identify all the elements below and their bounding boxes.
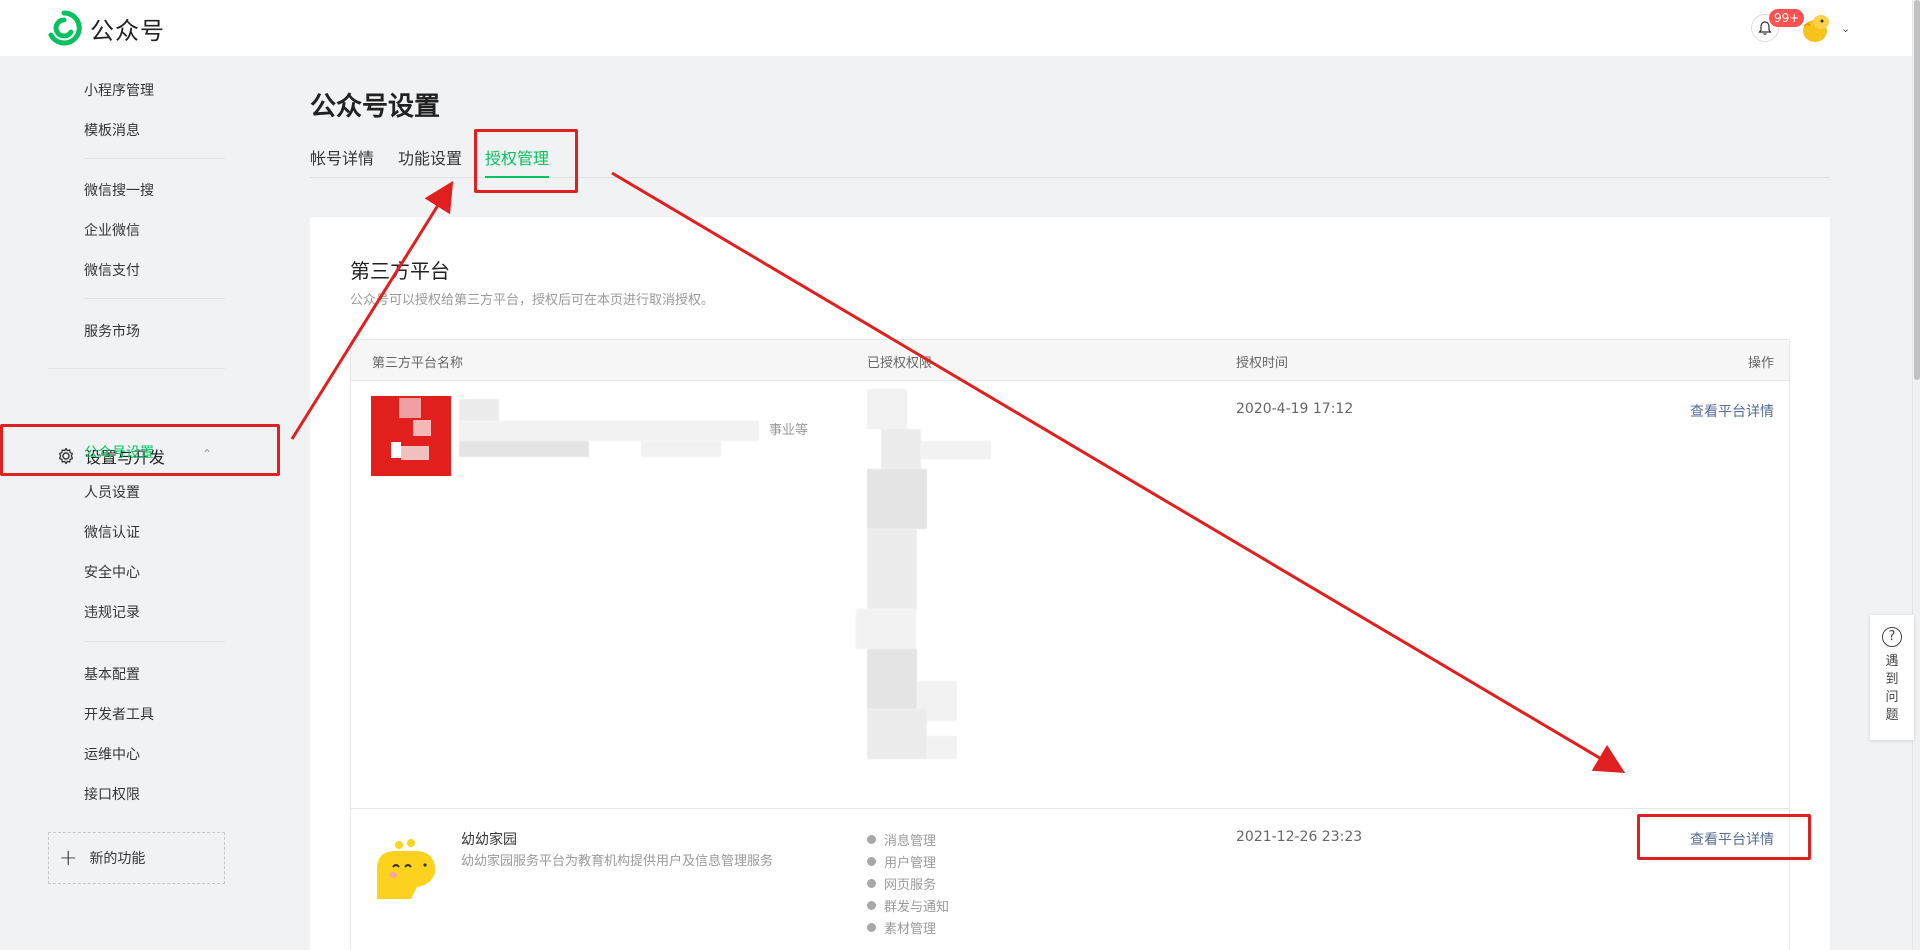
platform-name: 幼幼家园 xyxy=(461,832,517,848)
wechat-mp-logo-icon xyxy=(48,10,82,46)
platform-desc-fragment: 事业等 xyxy=(769,423,809,438)
table-header: 第三方平台名称 已授权权限 授权时间 操作 xyxy=(351,340,1789,381)
youyou-jiayuan-logo xyxy=(371,829,447,905)
plus-icon: + xyxy=(59,845,78,871)
obscured-permissions xyxy=(921,441,991,459)
sidebar-item-ops-center[interactable]: 运维中心 xyxy=(84,744,140,764)
view-platform-details-link[interactable]: 查看平台详情 xyxy=(1690,401,1774,421)
sidebar-item-basic-config[interactable]: 基本配置 xyxy=(84,664,140,684)
obscured-permissions xyxy=(856,609,916,649)
sidebar-item-api-permissions[interactable]: 接口权限 xyxy=(84,784,140,804)
help-widget[interactable]: ? 遇到问题 xyxy=(1870,615,1914,740)
sidebar-item-search[interactable]: 微信搜一搜 xyxy=(84,180,154,200)
permission-item: 用户管理 xyxy=(867,850,949,872)
third-party-card: 第三方平台 公众号可以授权给第三方平台，授权后可在本页进行取消授权。 第三方平台… xyxy=(310,217,1830,950)
sidebar-item-dev-tools[interactable]: 开发者工具 xyxy=(84,704,154,724)
obscured-permissions xyxy=(867,529,917,609)
obscured-permissions xyxy=(867,649,917,709)
tab-feature-settings[interactable]: 功能设置 xyxy=(398,145,462,169)
permission-item: 网页服务 xyxy=(867,872,949,894)
column-header-permissions: 已授权权限 xyxy=(867,356,933,371)
new-feature-button[interactable]: + 新的功能 xyxy=(48,832,225,884)
card-title: 第三方平台 xyxy=(350,259,450,283)
auth-time: 2020-4-19 17:12 xyxy=(1236,401,1354,417)
sidebar-item-violations[interactable]: 违规记录 xyxy=(84,602,140,622)
obscured-permissions xyxy=(867,709,927,759)
vertical-scrollbar[interactable] xyxy=(1912,0,1920,950)
sidebar-item-work-wechat[interactable]: 企业微信 xyxy=(84,220,140,240)
tab-account-details[interactable]: 帐号详情 xyxy=(310,145,374,169)
table-row: 幼幼家园 幼幼家园服务平台为教育机构提供用户及信息管理服务 消息管理 用户管理 … xyxy=(351,809,1789,950)
account-dropdown-chevron-icon[interactable]: ⌄ xyxy=(1841,22,1850,35)
obscured-text xyxy=(459,441,589,457)
sidebar: 小程序管理 模板消息 微信搜一搜 企业微信 微信支付 服务市场 设置与开发 ⌃ … xyxy=(0,56,280,950)
sidebar-item-staff-settings[interactable]: 人员设置 xyxy=(84,482,140,502)
logo[interactable]: 公众号 xyxy=(46,10,165,46)
sidebar-divider xyxy=(84,641,225,642)
annotation-highlight-details-link xyxy=(1637,814,1811,860)
obscured-text xyxy=(641,441,721,457)
auth-time: 2021-12-26 23:23 xyxy=(1236,829,1363,845)
obscured-text xyxy=(459,421,759,441)
obscured-permissions xyxy=(867,389,907,429)
sidebar-divider xyxy=(84,298,225,299)
sidebar-divider xyxy=(84,158,225,159)
obscured-permissions xyxy=(927,736,957,759)
top-bar: 公众号 99+ ⌄ xyxy=(0,0,1912,56)
sidebar-item-wechat-pay[interactable]: 微信支付 xyxy=(84,260,140,280)
scrollbar-thumb[interactable] xyxy=(1914,0,1920,380)
user-avatar[interactable] xyxy=(1800,12,1832,44)
obscured-permissions xyxy=(881,429,921,469)
sidebar-divider xyxy=(48,368,225,369)
permission-list: 消息管理 用户管理 网页服务 群发与通知 素材管理 xyxy=(867,828,949,938)
third-party-table: 第三方平台名称 已授权权限 授权时间 操作 事业等 2020-4-19 17:1… xyxy=(350,339,1790,950)
column-header-name: 第三方平台名称 xyxy=(372,356,464,371)
permission-item: 消息管理 xyxy=(867,828,949,850)
permission-item: 素材管理 xyxy=(867,916,949,938)
help-text: 遇到问题 xyxy=(1885,654,1899,723)
platform-logo-obscured xyxy=(371,396,451,476)
obscured-text xyxy=(459,399,499,421)
sidebar-item-miniprogram[interactable]: 小程序管理 xyxy=(84,80,154,100)
sidebar-item-template-msg[interactable]: 模板消息 xyxy=(84,120,140,140)
sidebar-item-verification[interactable]: 微信认证 xyxy=(84,522,140,542)
table-row: 事业等 2020-4-19 17:12 查看平台详情 xyxy=(351,381,1789,809)
sidebar-item-security[interactable]: 安全中心 xyxy=(84,562,140,582)
obscured-permissions xyxy=(867,469,927,529)
column-header-time: 授权时间 xyxy=(1236,356,1289,371)
annotation-highlight-sidebar xyxy=(0,424,280,476)
question-icon: ? xyxy=(1882,627,1902,647)
card-description: 公众号可以授权给第三方平台，授权后可在本页进行取消授权。 xyxy=(350,293,715,308)
sidebar-item-service-market[interactable]: 服务市场 xyxy=(84,321,140,341)
platform-description: 幼幼家园服务平台为教育机构提供用户及信息管理服务 xyxy=(461,854,774,869)
annotation-highlight-tab xyxy=(474,129,578,193)
page-title: 公众号设置 xyxy=(310,92,441,122)
new-feature-label: 新的功能 xyxy=(89,851,146,867)
logo-text: 公众号 xyxy=(90,16,165,45)
permission-item: 群发与通知 xyxy=(867,894,949,916)
column-header-action: 操作 xyxy=(1747,356,1774,371)
